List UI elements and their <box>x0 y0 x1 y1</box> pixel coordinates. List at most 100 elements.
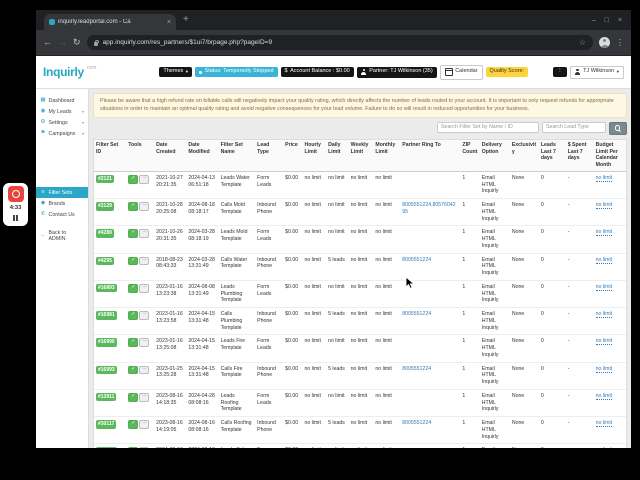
cell-daily-limit[interactable]: no limit <box>326 171 349 200</box>
sidebar-item-settings[interactable]: ⚙ Settings ▾ <box>36 117 88 128</box>
active-toggle-button[interactable]: ✓ <box>128 447 139 448</box>
filter-set-id-badge[interactable]: #4295 <box>96 256 114 265</box>
cell-monthly-limit[interactable]: no limit <box>373 389 401 418</box>
cell-monthly-limit[interactable]: no limit <box>373 225 401 254</box>
sidebar-item-brands[interactable]: ◆ Brands <box>36 198 88 209</box>
tools-menu-button[interactable]: ··· <box>139 365 149 375</box>
active-toggle-button[interactable]: ✓ <box>128 420 139 429</box>
cell-monthly-limit[interactable]: no limit <box>373 416 401 445</box>
cell-monthly-limit[interactable]: no limit <box>373 362 401 390</box>
cell-hourly-limit[interactable]: no limit <box>302 280 327 309</box>
themes-button[interactable]: Themes ▾ <box>159 66 193 78</box>
cell-weekly-limit[interactable]: no limit <box>348 198 374 227</box>
cell-monthly-limit[interactable]: no limit <box>373 334 401 363</box>
user-menu-button[interactable]: TJ Wilkinson ▾ <box>569 65 624 79</box>
budget-limit-link[interactable]: no limit <box>595 392 613 400</box>
filter-set-id-badge[interactable]: #16981 <box>96 311 117 320</box>
cell-daily-limit[interactable]: 5 leads <box>326 416 349 445</box>
cell-weekly-limit[interactable]: no limit <box>348 389 374 418</box>
cell-monthly-limit[interactable]: no limit <box>373 253 401 281</box>
cell-monthly-limit[interactable]: no limit <box>373 171 401 200</box>
budget-limit-link[interactable]: no limit <box>595 256 613 264</box>
ring-to-link[interactable]: 8005551224 <box>402 366 431 372</box>
cell-weekly-limit[interactable]: no limit <box>348 416 374 445</box>
tools-menu-button[interactable]: ··· <box>139 392 149 402</box>
browser-tab[interactable]: inquirly.leadportal.com - Ca × <box>44 14 176 30</box>
budget-limit-link[interactable]: no limit <box>595 283 613 291</box>
search-filter-set-input[interactable] <box>437 121 539 133</box>
cell-weekly-limit[interactable]: no limit <box>348 253 374 281</box>
sidebar-item-my-leads[interactable]: ◉ My Leads ▾ <box>36 106 88 117</box>
search-button[interactable] <box>609 121 627 135</box>
cell-weekly-limit[interactable]: no limit <box>348 171 374 200</box>
partner-button[interactable]: Partner: TJ Wilkinson (35) <box>356 66 437 78</box>
filter-set-id-badge[interactable]: #16990 <box>96 338 117 347</box>
active-toggle-button[interactable]: ✓ <box>128 256 139 266</box>
header-menu-button[interactable]: ⋮ <box>553 66 567 78</box>
filter-set-id-badge[interactable]: #16893 <box>96 283 117 293</box>
tools-menu-button[interactable]: ··· <box>139 174 149 184</box>
filter-set-id-badge[interactable]: #4289 <box>96 229 114 238</box>
cell-hourly-limit[interactable]: no limit <box>302 389 327 418</box>
quality-score-button[interactable]: Quality Score: <box>485 66 529 78</box>
close-icon[interactable]: × <box>618 17 622 24</box>
budget-limit-link[interactable]: no limit <box>595 420 613 427</box>
cell-weekly-limit[interactable]: no limit <box>348 280 374 309</box>
cell-hourly-limit[interactable]: no limit <box>302 198 327 227</box>
sidebar-item-filter-sets[interactable]: ≡ Filter Sets <box>36 187 88 198</box>
cell-weekly-limit[interactable]: no limit <box>348 443 374 448</box>
search-lead-type-input[interactable] <box>542 121 606 133</box>
budget-limit-link[interactable]: no limit <box>595 338 613 346</box>
calendar-button[interactable]: Calendar <box>439 64 483 80</box>
tools-menu-button[interactable]: ··· <box>139 447 149 448</box>
maximize-icon[interactable]: □ <box>605 17 609 24</box>
cell-monthly-limit[interactable]: no limit <box>373 280 401 309</box>
budget-limit-link[interactable]: no limit <box>595 174 613 182</box>
cell-daily-limit[interactable]: no limit <box>326 198 349 227</box>
cell-weekly-limit[interactable]: no limit <box>348 362 374 390</box>
back-icon[interactable]: ← <box>43 38 52 47</box>
active-toggle-button[interactable]: ✓ <box>128 283 139 293</box>
filter-set-id-badge[interactable]: #30117 <box>96 420 117 429</box>
sidebar-item-campaigns[interactable]: ⚑ Campaigns ▾ <box>36 128 88 139</box>
active-toggle-button[interactable]: ✓ <box>128 174 139 184</box>
cell-daily-limit[interactable]: no limit <box>326 280 349 309</box>
browser-menu-icon[interactable]: ⋮ <box>616 38 624 47</box>
active-toggle-button[interactable]: ✓ <box>128 311 139 320</box>
cell-hourly-limit[interactable]: no limit <box>302 334 327 363</box>
active-toggle-button[interactable]: ✓ <box>128 202 139 211</box>
cell-daily-limit[interactable]: no limit <box>326 443 349 448</box>
cell-weekly-limit[interactable]: no limit <box>348 225 374 254</box>
reload-icon[interactable]: ↻ <box>73 38 81 47</box>
pause-button[interactable] <box>12 214 19 222</box>
cell-hourly-limit[interactable]: no limit <box>302 307 327 336</box>
budget-limit-link[interactable]: no limit <box>595 311 613 318</box>
status-button[interactable]: Status: Temporarily Stopped <box>195 66 278 78</box>
filter-set-id-badge[interactable]: #16993 <box>96 365 117 374</box>
cell-daily-limit[interactable]: no limit <box>326 225 349 254</box>
ring-to-link[interactable]: 8005551224 <box>402 257 431 263</box>
filter-set-id-badge[interactable]: #30127 <box>96 447 117 448</box>
sidebar-item-dashboard[interactable]: ▦ Dashboard <box>36 95 88 106</box>
tools-menu-button[interactable]: ··· <box>139 420 149 429</box>
tools-menu-button[interactable]: ··· <box>139 229 149 239</box>
bookmark-star-icon[interactable]: ☆ <box>579 38 586 47</box>
cell-monthly-limit[interactable]: no limit <box>373 307 401 336</box>
active-toggle-button[interactable]: ✓ <box>128 229 139 239</box>
cell-daily-limit[interactable]: 5 leads <box>326 362 349 390</box>
filter-set-id-badge[interactable]: #13911 <box>96 392 117 402</box>
browser-profile-avatar[interactable] <box>599 37 610 48</box>
cell-hourly-limit[interactable]: no limit <box>302 416 327 445</box>
cell-hourly-limit[interactable]: no limit <box>302 362 327 390</box>
cell-hourly-limit[interactable]: no limit <box>302 225 327 254</box>
cell-monthly-limit[interactable]: no limit <box>373 443 401 448</box>
cell-weekly-limit[interactable]: no limit <box>348 334 374 363</box>
sidebar-item-back-to-admin[interactable]: ← Back to ADMIN <box>36 227 88 244</box>
filter-set-id-badge[interactable]: #2129 <box>96 202 114 211</box>
cell-daily-limit[interactable]: no limit <box>326 334 349 363</box>
active-toggle-button[interactable]: ✓ <box>128 338 139 348</box>
sidebar-item-contact-us[interactable]: ✆ Contact Us <box>36 209 88 220</box>
cell-hourly-limit[interactable]: no limit <box>302 443 327 448</box>
budget-limit-link[interactable]: no limit <box>595 447 613 448</box>
cell-daily-limit[interactable]: 5 leads <box>326 307 349 336</box>
